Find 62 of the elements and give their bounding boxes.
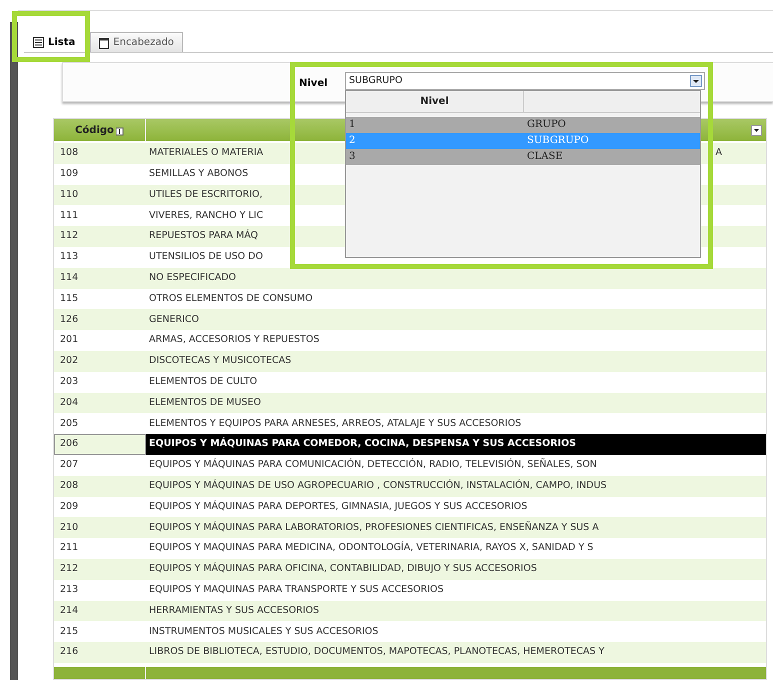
table-cell-text: UTILES DE ESCRITORIO,	[148, 188, 264, 202]
table-cell-text: 212	[59, 562, 80, 576]
table-cell-text: LIBROS DE BIBLIOTECA, ESTUDIO, DOCUMENTOS, MAPOTECAS, PLANOTECAS, HEMEROTECAS Y	[148, 645, 606, 660]
dropdown-option[interactable]: 1 GRUPO	[346, 117, 700, 133]
table-cell-text: ELEMENTOS Y EQUIPOS PARA ARNESES, ARREOS, ATALAJE Y SUS ACCESORIOS	[148, 416, 522, 431]
selected-row-cell[interactable]: EQUIPOS Y MÁQUINAS PARA COMEDOR, COCINA, DESPENSA Y SUS ACCESORIOS	[146, 434, 766, 455]
table-cell-text: REPUESTOS PARA MÁQ	[148, 228, 260, 244]
table-cell-text: 112	[59, 229, 80, 244]
table-cell-text: EQUIPOS Y MÁQUINAS PARA DEPORTES, GIMNASIA, JUEGOS Y SUS ACCESORIOS	[148, 499, 528, 514]
table-cell-text: HERRAMIENTAS Y SUS ACCESORIOS	[148, 604, 320, 618]
table-cell-text: 109	[59, 167, 80, 182]
dropdown-field[interactable]: SUBGRUPO	[345, 72, 705, 90]
table-cell-text: 114	[59, 271, 80, 286]
table-cell-text: UTENSILIOS DE USO DO	[148, 250, 264, 264]
list-icon	[33, 37, 44, 48]
table-cell-text: ELEMENTOS DE MUSEO	[148, 396, 262, 410]
dropdown-option[interactable]: 3 CLASE	[346, 149, 700, 165]
table-cell-text: 215	[59, 624, 80, 639]
table-cell-text: DISCOTECAS Y MUSICOTECAS	[148, 354, 292, 368]
table-cell-text: INSTRUMENTOS MUSICALES Y SUS ACCESORIOS	[148, 624, 380, 639]
table-cell-text: ELEMENTOS DE CULTO	[148, 375, 258, 390]
sort-icon	[116, 124, 124, 136]
table-cell-text: 201	[59, 333, 80, 348]
table-cell-text: GENERICO	[148, 312, 200, 327]
table-cell-text: 207	[59, 458, 80, 472]
column-header[interactable]: Código	[75, 122, 114, 138]
table-cell-text: EQUIPOS Y MÁQUINAS DE USO AGROPECUARIO , CONSTRUCCIÓN, INSTALACIÓN, CAMPO, INDUS	[148, 478, 608, 494]
table-cell-text: 113	[59, 250, 80, 264]
table-cell-text: EQUIPOS Y MÁQUINAS PARA COMUNICACIÓN, DETECCIÓN, RADIO, TELEVISIÓN, SEÑALES, SON	[148, 457, 598, 472]
table-cell-text: 111	[59, 208, 80, 223]
table-cell-text: 203	[59, 375, 80, 390]
column-header: Nivel	[346, 91, 524, 112]
table-cell-text: VIVERES, RANCHO Y LIC	[148, 208, 264, 223]
table-cell-text: 205	[59, 416, 80, 431]
table-cell-text: ARMAS, ACCESORIOS Y REPUESTOS	[148, 333, 320, 348]
filter-dropdown-icon	[751, 125, 762, 136]
table-cell-text: 213	[59, 583, 80, 597]
table-cell-text: 209	[59, 500, 80, 514]
table-cell-text: 126	[59, 312, 80, 327]
table-cell-text: NO ESPECIFICADO	[148, 271, 237, 286]
table-cell-text: 115	[59, 292, 80, 306]
table-cell-text: 202	[59, 354, 80, 368]
field-label: Nivel	[299, 77, 328, 91]
table-cell-text: OTROS ELEMENTOS DE CONSUMO	[148, 292, 314, 306]
table-cell-text: EQUIPOS Y MÁQUINAS PARA LABORATORIOS, PROFESIONES CIENTIFICAS, ENSEÑANZA Y SUS A	[148, 520, 600, 535]
document-icon	[99, 36, 110, 48]
table-cell-text: 110	[59, 188, 80, 202]
table-cell-text: 214	[59, 604, 80, 618]
table-cell-text: 204	[59, 396, 80, 410]
table-cell-text: 108	[59, 146, 80, 160]
table-cell-text: EQUIPOS Y MAQUINAS PARA TRANSPORTE Y SUS ACCESORIOS	[148, 583, 445, 597]
table-cell-text: MATERIALES O MATERIA	[149, 146, 264, 160]
table-cell-text: 208	[59, 479, 80, 494]
table-cell-text: SEMILLAS Y ABONOS	[148, 167, 250, 182]
table-cell-text: 211	[59, 541, 80, 556]
table-cell-text: EQUIPOS Y MAQUINAS PARA MEDICINA, ODONTOLOGÍA, VETERINARIA, RAYOS X, SANIDAD Y S	[148, 540, 594, 556]
table-cell: 206	[54, 434, 146, 455]
table-cell-text: A	[716, 146, 723, 160]
table-cell-text: 210	[59, 520, 80, 535]
table-cell-text: 216	[59, 645, 80, 660]
tab[interactable]: Encabezado	[90, 32, 183, 52]
table-cell-text: EQUIPOS Y MÁQUINAS PARA OFICINA, CONTABILIDAD, DIBUJO Y SUS ACCESORIOS	[148, 561, 538, 576]
